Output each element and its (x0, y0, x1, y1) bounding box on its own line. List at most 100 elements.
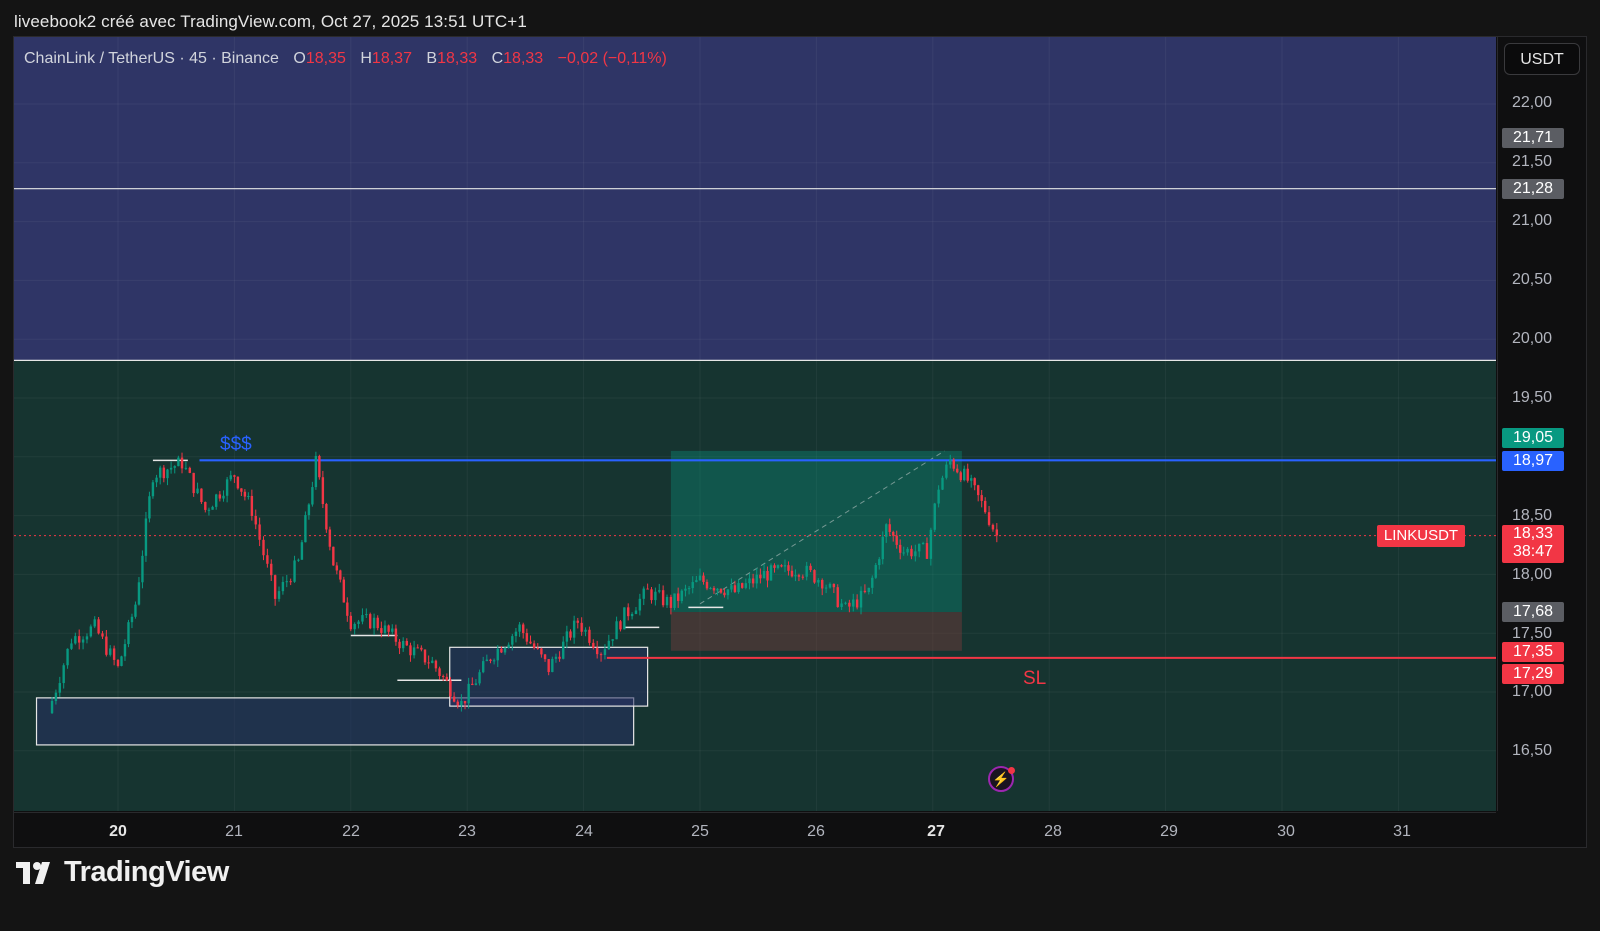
price-axis[interactable]: USDT 22,00 21,50 21,00 20,50 20,00 19,50… (1497, 37, 1586, 811)
price-tick: 21,00 (1512, 212, 1553, 229)
candle-body (441, 676, 445, 678)
candle-body (500, 648, 503, 653)
candle-body (809, 565, 812, 571)
candle-body (250, 495, 254, 516)
candle-body (910, 548, 913, 557)
candle-body (438, 668, 441, 677)
candle-body (687, 588, 691, 590)
candle-body (236, 476, 240, 489)
price-tick: 22,00 (1512, 94, 1553, 111)
candle-body (141, 555, 144, 583)
candle-body (684, 588, 687, 591)
candle-body (445, 676, 449, 681)
candle-body (824, 587, 828, 589)
candle-body (300, 542, 304, 560)
date-tick: 29 (1160, 823, 1178, 840)
candle-body (794, 575, 797, 577)
candle-body (673, 593, 676, 608)
candle-body (416, 647, 419, 649)
candle-body (66, 648, 69, 666)
price-tick: 19,50 (1512, 389, 1553, 406)
candle-body (471, 683, 474, 685)
candle-body (576, 620, 579, 623)
snapshot-header: liveebook2 créé avec TradingView.com, Oc… (14, 12, 527, 31)
date-tick: 30 (1277, 823, 1295, 840)
candle-body (492, 660, 496, 662)
candle-body (963, 468, 966, 481)
candle-body (467, 683, 470, 704)
last-price-tag: 18,33 38:47 (1502, 525, 1564, 563)
candle-body (844, 602, 847, 604)
candle-body (547, 659, 550, 673)
stop-price-tag: 17,35 (1502, 642, 1564, 662)
candle-body (540, 648, 543, 655)
chart-plot-area[interactable]: ChainLink / TetherUS · 45 · Binance O 18,… (14, 37, 1496, 811)
candle-body (123, 644, 127, 657)
stop-loss-tag: 17,29 (1502, 664, 1564, 684)
candle-body (529, 641, 532, 644)
candle-body (776, 565, 780, 568)
stop-loss-annotation[interactable]: SL (1023, 668, 1046, 690)
legend-open-label: O (293, 50, 306, 67)
candle-body (273, 575, 277, 599)
time-axis[interactable]: 20 21 22 23 24 25 26 27 28 29 30 31 (14, 812, 1496, 847)
date-tick: 22 (342, 823, 360, 840)
date-tick: 31 (1393, 823, 1411, 840)
legend-symbol[interactable]: ChainLink / TetherUS · 45 · Binance (24, 50, 279, 67)
candle-body (192, 472, 195, 494)
candle-body (89, 626, 93, 637)
candle-body (314, 455, 318, 488)
candle-body (790, 570, 794, 577)
candle-body (956, 468, 959, 473)
tradingview-logo[interactable]: TradingView (16, 856, 229, 889)
candle-body (398, 641, 401, 649)
candle-body (878, 559, 881, 566)
candle-body (130, 616, 134, 623)
liquidity-level-tag: 18,97 (1502, 451, 1564, 471)
legend-close-value: 18,33 (503, 50, 544, 67)
brand-name: TradingView (64, 856, 229, 888)
legend-high-value: 18,37 (371, 50, 412, 67)
candle-body (503, 647, 507, 653)
candle-body (874, 565, 877, 578)
candle-body (773, 565, 776, 568)
candle-body (285, 581, 288, 583)
candle-body (376, 617, 379, 629)
candle-body (332, 546, 335, 566)
candle-body (311, 487, 314, 505)
candle-body (215, 494, 218, 507)
date-tick: 20 (109, 823, 127, 840)
candle-body (180, 457, 184, 469)
candle-body (691, 582, 694, 589)
symbol-legend[interactable]: ChainLink / TetherUS · 45 · Binance O 18,… (24, 50, 667, 68)
candle-body (630, 613, 634, 617)
date-tick: 26 (807, 823, 825, 840)
candle-body (751, 578, 755, 584)
candle-body (572, 620, 576, 638)
candle-body (233, 475, 236, 477)
candle-body (262, 539, 265, 556)
currency-button[interactable]: USDT (1504, 43, 1580, 75)
candle-body (116, 659, 120, 666)
candle-body (222, 495, 225, 499)
candle-body (980, 495, 983, 501)
candle-body (184, 467, 188, 469)
candle-body (638, 598, 642, 611)
candle-body (112, 648, 116, 660)
candle-body (254, 515, 257, 525)
candle-body (646, 588, 649, 590)
candle-body (405, 640, 409, 646)
liquidity-annotation[interactable]: $$$ (220, 434, 252, 456)
candle-body (551, 658, 554, 673)
candle-body (101, 633, 104, 637)
candle-body (661, 590, 665, 606)
candle-body (623, 607, 626, 630)
candle-body (536, 647, 539, 649)
candle-body (58, 683, 61, 693)
candle-body (733, 585, 737, 593)
candle-body (496, 648, 499, 661)
candle-body (892, 531, 895, 536)
price-chart (14, 37, 1496, 811)
candle-body (945, 464, 948, 478)
candle-body (801, 576, 805, 578)
